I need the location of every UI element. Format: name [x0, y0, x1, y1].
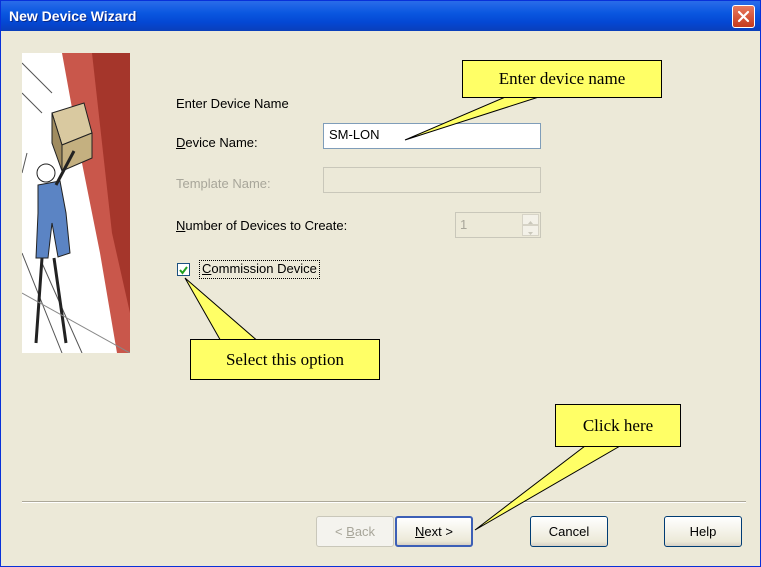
device-name-label-rest: evice Name: [185, 135, 258, 150]
close-icon [737, 10, 750, 23]
spin-down-icon [522, 225, 539, 236]
spin-up-icon [522, 214, 539, 225]
num-devices-label: Number of Devices to Create: [176, 218, 347, 233]
back-button: < Back [316, 516, 394, 547]
device-name-value: SM-LON [329, 127, 380, 142]
device-name-input[interactable]: SM-LON [323, 123, 541, 149]
next-button[interactable]: Next > [395, 516, 473, 547]
cancel-button[interactable]: Cancel [530, 516, 608, 547]
num-devices-label-rest: umber of Devices to Create: [185, 218, 348, 233]
button-separator [22, 501, 746, 503]
callout-select-option: Select this option [190, 339, 380, 380]
commission-label-rest: ommission Device [211, 261, 317, 276]
template-name-input [323, 167, 541, 193]
commission-label[interactable]: Commission Device [199, 260, 320, 279]
wizard-illustration [22, 53, 130, 353]
callout-click-here: Click here [555, 404, 681, 447]
window-title: New Device Wizard [9, 8, 137, 24]
back-prefix: < [334, 524, 347, 539]
num-devices-mnemonic: N [176, 218, 186, 233]
close-button[interactable] [732, 5, 755, 28]
device-name-mnemonic: D [176, 135, 186, 150]
commission-checkbox[interactable] [177, 263, 190, 276]
template-name-label: Template Name: [176, 176, 271, 191]
title-bar[interactable]: New Device Wizard [1, 1, 760, 31]
section-heading: Enter Device Name [176, 96, 289, 111]
num-devices-spinner: 1 [455, 212, 541, 238]
next-mnemonic: N [415, 524, 425, 539]
back-mnemonic: B [346, 524, 355, 539]
device-name-label: Device Name: [176, 135, 258, 150]
callout-enter-name: Enter device name [462, 60, 662, 98]
checkmark-icon [179, 266, 188, 275]
help-button[interactable]: Help [664, 516, 742, 547]
num-devices-value: 1 [460, 217, 468, 232]
next-rest: ext > [424, 524, 453, 539]
commission-mnemonic: C [202, 261, 212, 276]
back-rest: ack [354, 524, 376, 539]
